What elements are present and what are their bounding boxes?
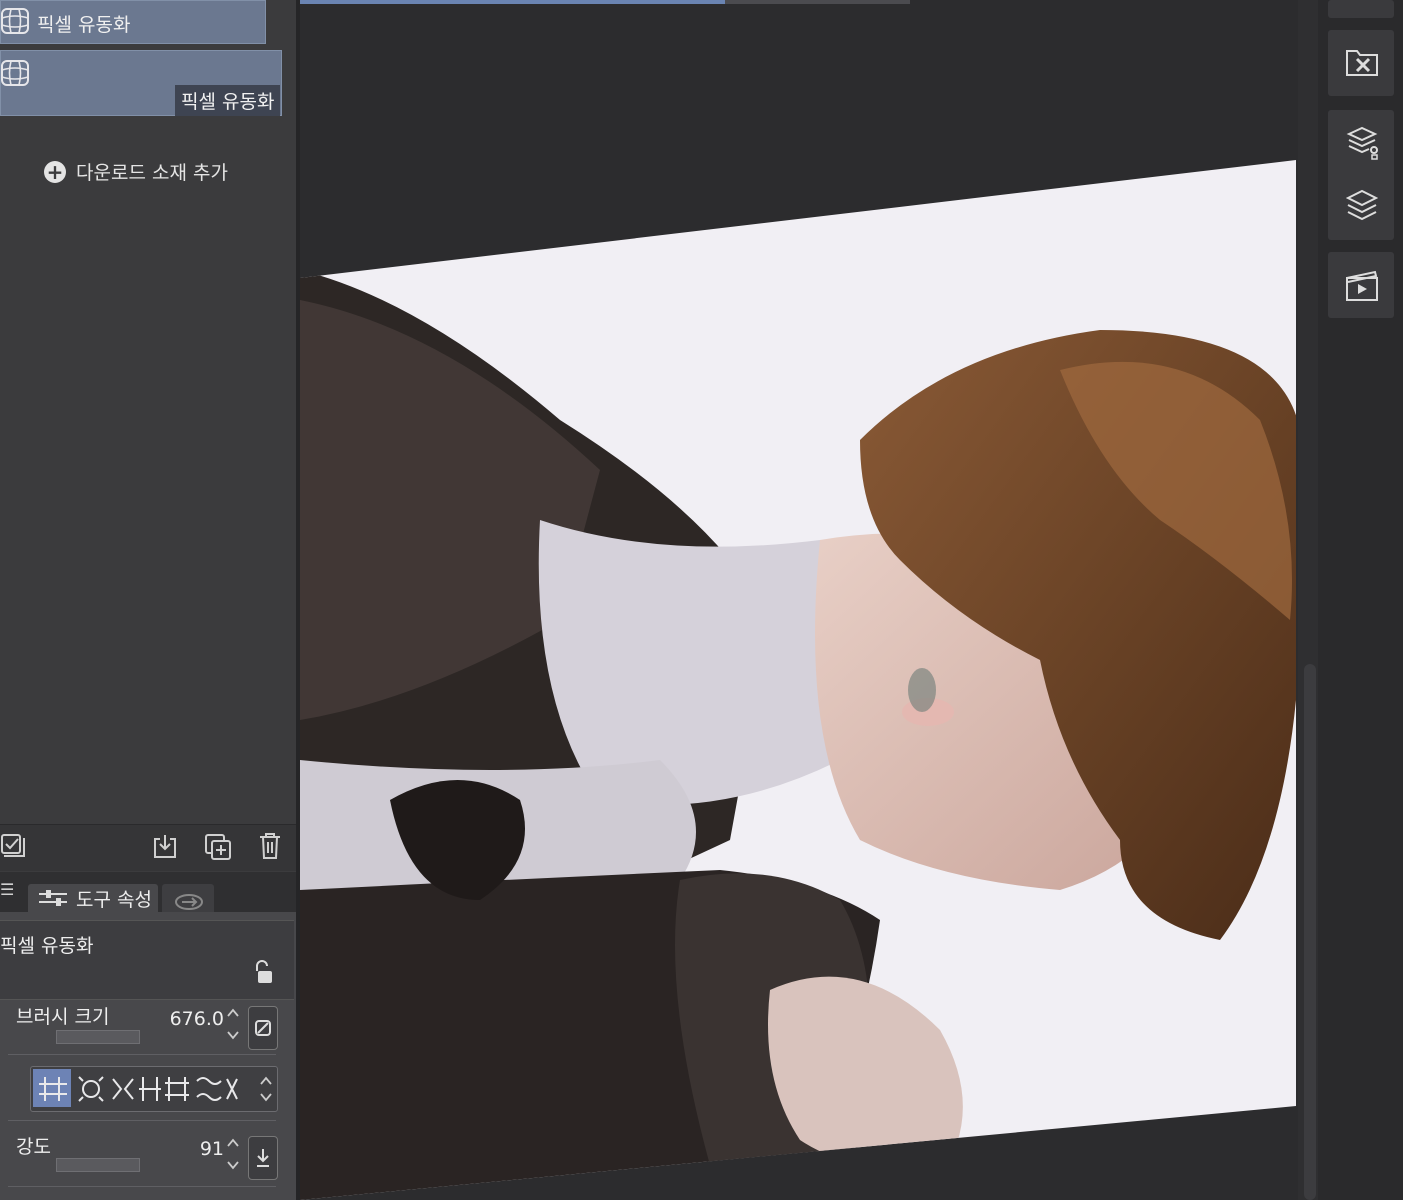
liquify-mode-icons	[39, 1076, 238, 1102]
layer-property-icon[interactable]	[1346, 124, 1382, 160]
layers-icon[interactable]	[1346, 188, 1378, 224]
brush-size-slider[interactable]	[56, 1030, 140, 1044]
divider	[8, 1054, 276, 1055]
tool-property-panel: 픽셀 유동화 브러시 크기 676.0 강도 91	[0, 912, 296, 1200]
sliders-icon	[39, 890, 67, 906]
artwork-canvas[interactable]	[300, 0, 1298, 1200]
tool-name-box: 픽셀 유동화	[0, 920, 294, 1000]
spinner-arrows-icon	[227, 1008, 239, 1040]
brush-size-pressure-button[interactable]	[248, 1006, 278, 1050]
material-item-label: 픽셀 유동화	[37, 14, 131, 36]
brush-size-label: 브러시 크기	[16, 1006, 110, 1028]
strength-row: 강도 91	[0, 1130, 296, 1188]
strength-slider[interactable]	[56, 1158, 140, 1172]
add-download-material-label: 다운로드 소재 추가	[76, 162, 228, 184]
strength-pressure-button[interactable]	[248, 1136, 278, 1180]
divider	[8, 1120, 276, 1121]
material-tool-strip	[0, 824, 296, 871]
liquify-grid-icon	[1, 8, 29, 34]
select-all-icon[interactable]	[0, 833, 26, 861]
liquify-mode-selector[interactable]	[30, 1066, 278, 1112]
strength-value[interactable]: 91	[200, 1138, 224, 1160]
tab-tool-property[interactable]: 도구 속성	[28, 884, 158, 912]
chevron-updown-icon	[260, 1076, 272, 1102]
panel-menu-icon[interactable]: ☰	[0, 880, 14, 899]
divider	[8, 1186, 276, 1187]
material-item-tag: 픽셀 유동화	[175, 85, 281, 116]
strength-label: 강도	[16, 1136, 51, 1158]
tab-tool-property-label: 도구 속성	[76, 888, 152, 911]
tool-name: 픽셀 유동화	[0, 935, 94, 957]
trash-icon[interactable]	[258, 831, 282, 861]
animation-icon	[1346, 270, 1378, 301]
brush-size-spinner[interactable]	[226, 1006, 240, 1042]
animation-button[interactable]	[1328, 252, 1394, 318]
brush-size-row: 브러시 크기 676.0	[0, 1000, 296, 1058]
material-item-pixel-liquify-1[interactable]: 픽셀 유동화	[0, 0, 266, 44]
vertical-scroll-thumb[interactable]	[1304, 664, 1316, 1200]
layer-panels-group	[1328, 110, 1394, 240]
sync-arrows-icon	[175, 894, 203, 910]
tool-property-tab-bar: ☰ 도구 속성	[0, 872, 296, 912]
material-folder-button[interactable]	[1328, 30, 1394, 96]
right-toolbar	[1318, 0, 1403, 1200]
material-panel: 픽셀 유동화 픽셀 유동화 + 다운로드 소재 추가 ☰ 도구 속성 픽셀 유동…	[0, 0, 296, 1200]
import-icon[interactable]	[152, 833, 178, 861]
brush-size-value[interactable]: 676.0	[170, 1008, 224, 1030]
add-download-material-button[interactable]: + 다운로드 소재 추가	[44, 158, 228, 185]
download-arrow-icon	[257, 1149, 269, 1167]
liquify-grid-icon	[1, 60, 29, 86]
material-folder-icon	[1346, 50, 1378, 76]
strength-spinner[interactable]	[226, 1136, 240, 1172]
right-bar-top-button[interactable]	[1328, 0, 1394, 18]
plus-circle-icon: +	[44, 160, 66, 183]
spinner-arrows-icon	[227, 1138, 239, 1170]
duplicate-icon[interactable]	[204, 833, 232, 861]
unlock-icon[interactable]	[252, 959, 274, 985]
tab-sub-tool-detail[interactable]	[162, 884, 214, 912]
material-item-pixel-liquify-2[interactable]: 픽셀 유동화	[0, 50, 282, 116]
pressure-off-icon	[255, 1020, 271, 1036]
